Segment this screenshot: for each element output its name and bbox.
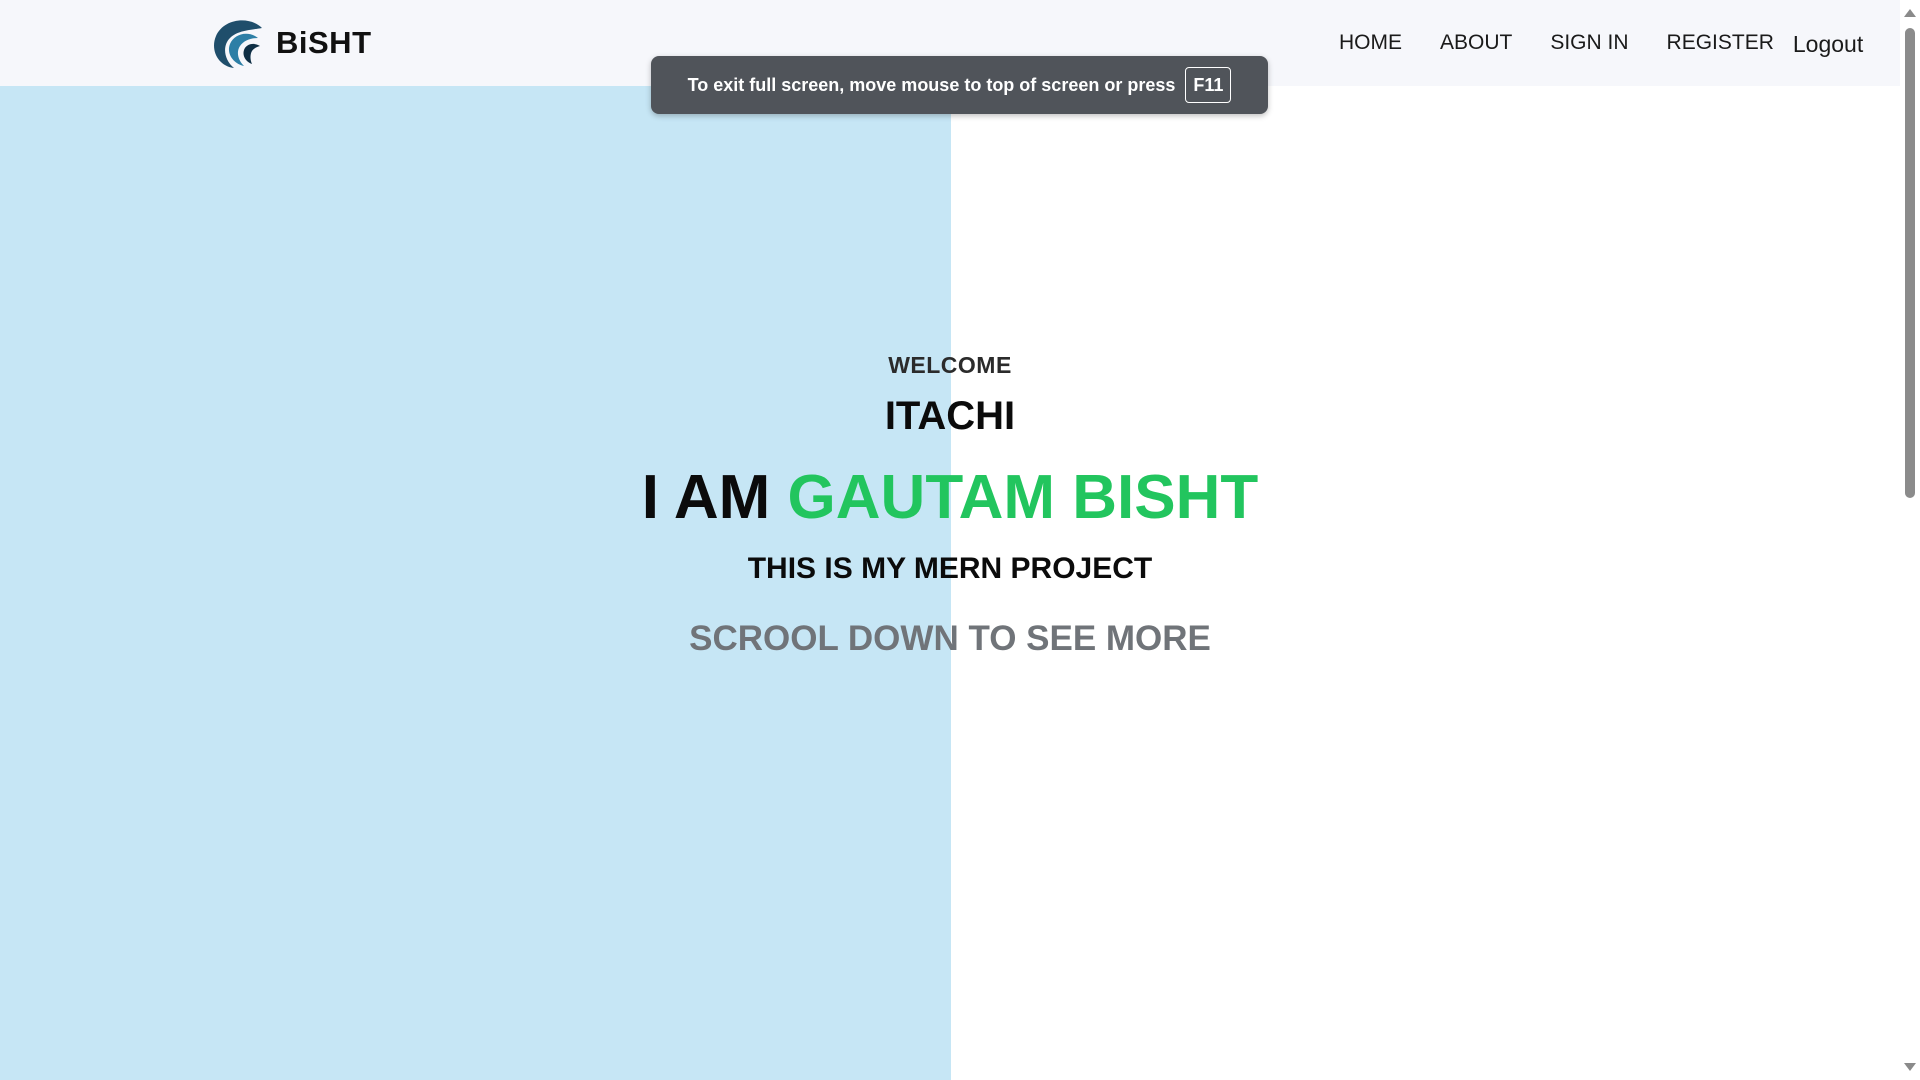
right-background-panel — [951, 86, 1900, 1080]
nav-signin-link[interactable]: SIGN IN — [1550, 29, 1628, 57]
nav-logout-link[interactable]: Logout — [1793, 30, 1863, 58]
vertical-scrollbar[interactable] — [1900, 0, 1920, 1080]
toast-key-badge: F11 — [1185, 67, 1232, 103]
nav-links: HOME ABOUT SIGN IN REGISTER Logout — [1339, 28, 1863, 58]
fullscreen-exit-toast: To exit full screen, move mouse to top o… — [651, 56, 1268, 114]
nav-home-link[interactable]: HOME — [1339, 29, 1402, 57]
nav-about-link[interactable]: ABOUT — [1440, 29, 1512, 57]
brand-name: BiSHT — [276, 25, 372, 60]
page: BiSHT HOME ABOUT SIGN IN REGISTER Logout… — [0, 0, 1920, 1080]
scrollbar-thumb[interactable] — [1905, 28, 1915, 498]
toast-message: To exit full screen, move mouse to top o… — [687, 74, 1176, 95]
brand-link[interactable]: BiSHT — [210, 16, 372, 70]
wave-logo-icon — [214, 20, 262, 68]
scroll-up-arrow-icon[interactable] — [1904, 9, 1916, 17]
left-background-panel — [0, 86, 951, 1080]
nav-register-link[interactable]: REGISTER — [1667, 29, 1774, 57]
scroll-down-arrow-icon[interactable] — [1904, 1063, 1916, 1071]
